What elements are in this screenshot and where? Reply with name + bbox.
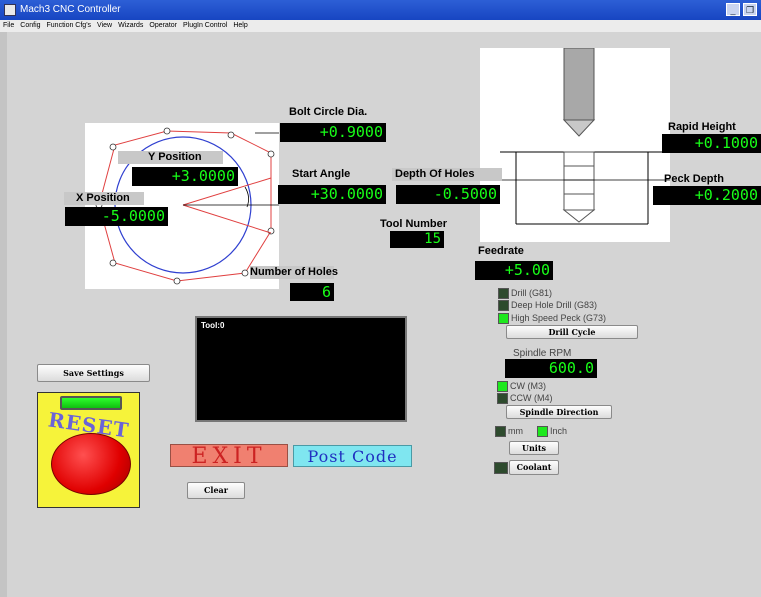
- bolt-circle-drawing: [95, 127, 279, 285]
- drill-cycle-button[interactable]: Drill Cycle: [506, 325, 638, 339]
- menu-function-cfgs[interactable]: Function Cfg's: [44, 20, 95, 29]
- drill-g81-led[interactable]: [498, 288, 509, 299]
- spindle-direction-button[interactable]: Spindle Direction: [506, 405, 612, 419]
- ccw-m4-led[interactable]: [497, 393, 508, 404]
- menu-plugin-control[interactable]: PlugIn Control: [180, 20, 230, 29]
- peck-depth-label: Peck Depth: [664, 173, 724, 185]
- exit-button[interactable]: EXIT: [170, 444, 288, 468]
- menu-bar: File Config Function Cfg's View Wizards Opera…: [0, 20, 761, 32]
- units-button[interactable]: Units: [509, 441, 559, 455]
- coolant-button[interactable]: Coolant: [509, 460, 559, 475]
- window-title: Mach3 CNC Controller: [20, 4, 121, 15]
- start-angle-label: Start Angle: [292, 168, 351, 180]
- minimize-button[interactable]: _: [726, 3, 740, 16]
- high-speed-peck-g73-led[interactable]: [498, 313, 509, 324]
- drill-cycle-diagram: [480, 47, 670, 242]
- tool-number-field[interactable]: 15: [390, 231, 444, 248]
- post-code-button[interactable]: Post Code: [293, 445, 412, 467]
- clear-button[interactable]: Clear: [187, 482, 245, 499]
- inch-label: Inch: [550, 426, 568, 436]
- number-of-holes-label: Number of Holes: [250, 266, 339, 279]
- high-speed-peck-g73-label: High Speed Peck (G73): [511, 313, 607, 323]
- drill-g81-label: Drill (G81): [511, 288, 553, 298]
- ccw-m4-label: CCW (M4): [510, 393, 553, 403]
- left-frame: [0, 32, 7, 597]
- x-position-label: X Position: [64, 192, 144, 205]
- tool-number-label: Tool Number: [380, 218, 448, 230]
- coolant-led[interactable]: [494, 462, 508, 474]
- rapid-height-label: Rapid Height: [668, 121, 736, 133]
- feedrate-field[interactable]: +5.00: [475, 261, 553, 280]
- cw-m3-led[interactable]: [497, 381, 508, 392]
- feedrate-label: Feedrate: [478, 245, 524, 257]
- number-of-holes-field[interactable]: 6: [290, 283, 334, 301]
- deep-hole-drill-g83-led[interactable]: [498, 300, 509, 311]
- mm-label: mm: [508, 426, 523, 436]
- peck-depth-field[interactable]: +0.2000: [653, 186, 761, 205]
- save-settings-button[interactable]: Save Settings: [37, 364, 150, 382]
- bolt-circle-dia-field[interactable]: +0.9000: [280, 123, 386, 142]
- deep-hole-drill-g83-label: Deep Hole Drill (G83): [511, 300, 598, 310]
- gcode-display[interactable]: Tool:0: [195, 316, 407, 422]
- menu-wizards[interactable]: Wizards: [115, 20, 146, 29]
- spindle-rpm-field[interactable]: 600.0: [505, 359, 597, 378]
- menu-view[interactable]: View: [94, 20, 115, 29]
- menu-help[interactable]: Help: [230, 20, 250, 29]
- spindle-rpm-label: Spindle RPM: [513, 348, 572, 359]
- depth-of-holes-label: Depth Of Holes: [392, 168, 502, 181]
- bolt-circle-diagram: [85, 123, 279, 289]
- drill-cycle-drawing: [480, 47, 670, 225]
- reset-button[interactable]: RESET: [37, 392, 140, 508]
- reset-indicator-led: [60, 396, 122, 410]
- depth-of-holes-field[interactable]: -0.5000: [396, 185, 500, 204]
- menu-operator[interactable]: Operator: [146, 20, 180, 29]
- y-position-label: Y Position: [118, 151, 223, 164]
- reset-knob: [51, 433, 131, 495]
- start-angle-field[interactable]: +30.0000: [278, 185, 386, 204]
- bolt-circle-dia-label: Bolt Circle Dia.: [289, 106, 368, 118]
- gcode-text: Tool:0: [201, 321, 225, 330]
- menu-file[interactable]: File: [0, 20, 17, 29]
- mm-led[interactable]: [495, 426, 506, 437]
- x-position-field[interactable]: -5.0000: [65, 207, 168, 226]
- restore-button[interactable]: ❐: [743, 3, 757, 16]
- menu-config[interactable]: Config: [17, 20, 43, 29]
- cw-m3-label: CW (M3): [510, 381, 546, 391]
- rapid-height-field[interactable]: +0.1000: [662, 134, 761, 153]
- app-icon: [4, 4, 16, 16]
- title-bar: Mach3 CNC Controller _ ❐: [0, 0, 761, 20]
- inch-led[interactable]: [537, 426, 548, 437]
- y-position-field[interactable]: +3.0000: [132, 167, 238, 186]
